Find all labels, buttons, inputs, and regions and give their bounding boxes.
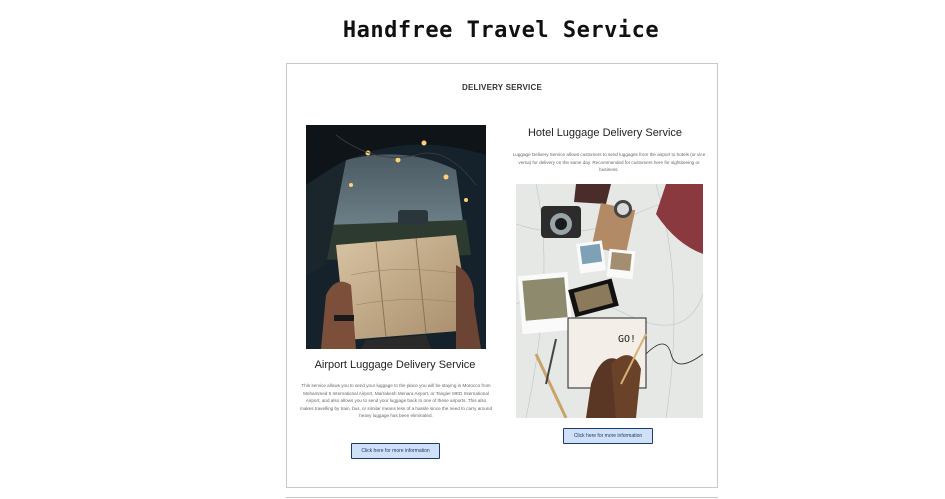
- map-in-car-photo: [306, 125, 486, 349]
- airport-service-title: Airport Luggage Delivery Service: [314, 359, 476, 371]
- note-go-text: GO!: [618, 334, 636, 345]
- delivery-service-card: DELIVERY SERVICE Airport Luggage Deliver…: [286, 63, 718, 488]
- site-title: Handfree Travel Service: [342, 18, 660, 43]
- hotel-service-title: Hotel Luggage Delivery Service: [527, 127, 683, 139]
- hotel-service-description: Luggage Delivery Service allows customer…: [512, 152, 706, 173]
- travel-flatlay-photo: GO!: [516, 184, 703, 418]
- section-heading: DELIVERY SERVICE: [462, 83, 542, 92]
- airport-more-info-button[interactable]: Click here for more information: [351, 443, 440, 459]
- hotel-more-info-button[interactable]: Click here for more information: [563, 428, 653, 444]
- airport-service-description: This service allows you to send your lug…: [300, 383, 493, 419]
- section-divider: [286, 497, 718, 498]
